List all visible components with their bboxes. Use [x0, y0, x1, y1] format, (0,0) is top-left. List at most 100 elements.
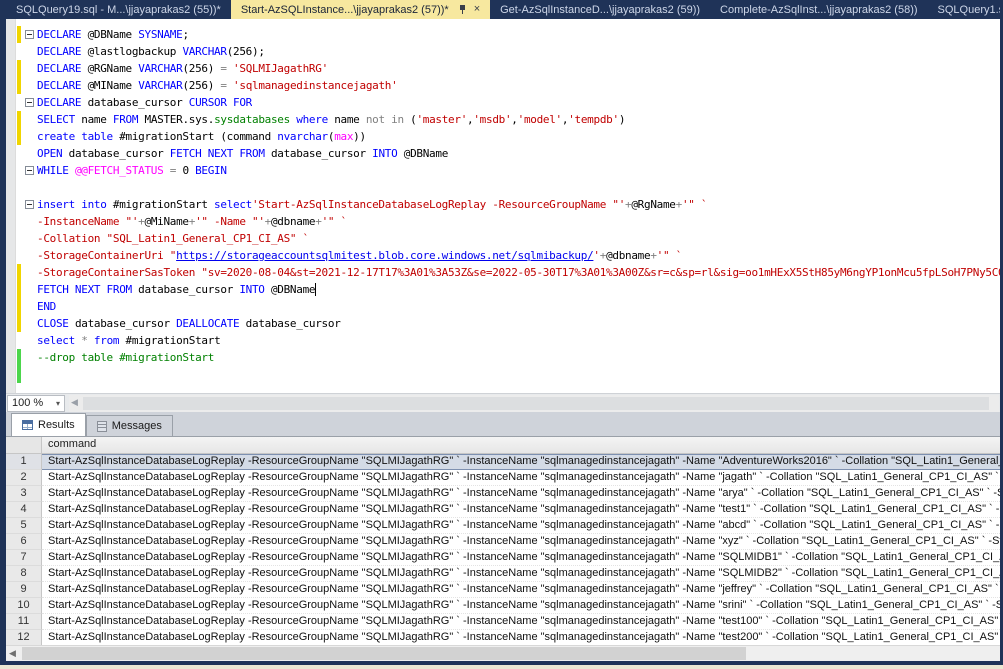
results-tab-label: Results [38, 419, 75, 431]
tab-label: SQLQuery19.sql - M...\jjayaprakas2 (55))… [16, 4, 221, 16]
code-lines: DECLARE @DBName SYSNAME;DECLARE @lastlog… [6, 26, 1000, 383]
row-number[interactable]: 11 [6, 614, 42, 630]
row-number[interactable]: 10 [6, 598, 42, 614]
code-line: DECLARE @RGName VARCHAR(256) = 'SQLMIJag… [6, 60, 1000, 77]
grid-header-row: command [6, 437, 1000, 454]
results-grid: command 1Start-AzSqlInstanceDatabaseLogR… [6, 436, 1000, 645]
command-cell[interactable]: Start-AzSqlInstanceDatabaseLogReplay -Re… [42, 582, 1000, 598]
results-grid-icon [22, 420, 33, 430]
code-line: --drop table #migrationStart [6, 349, 1000, 366]
code-line: DECLARE @DBName SYSNAME; [6, 26, 1000, 43]
code-line: OPEN database_cursor FETCH NEXT FROM dat… [6, 145, 1000, 162]
row-number[interactable]: 2 [6, 470, 42, 486]
table-row[interactable]: 6Start-AzSqlInstanceDatabaseLogReplay -R… [6, 534, 1000, 550]
code-line: -InstanceName "'+@MiName+'" -Name "'+@db… [6, 213, 1000, 230]
command-cell[interactable]: Start-AzSqlInstanceDatabaseLogReplay -Re… [42, 630, 1000, 645]
table-row[interactable]: 8Start-AzSqlInstanceDatabaseLogReplay -R… [6, 566, 1000, 582]
code-line: END [6, 298, 1000, 315]
grid-horizontal-scrollbar[interactable]: ◀ [6, 645, 1000, 661]
command-cell[interactable]: Start-AzSqlInstanceDatabaseLogReplay -Re… [42, 534, 1000, 550]
row-number[interactable]: 3 [6, 486, 42, 502]
column-header-command[interactable]: command [42, 437, 1000, 454]
command-cell[interactable]: Start-AzSqlInstanceDatabaseLogReplay -Re… [42, 566, 1000, 582]
document-tab[interactable]: Start-AzSQLInstance...\jjayaprakas2 (57)… [231, 0, 490, 19]
row-number[interactable]: 1 [6, 454, 42, 470]
document-tab[interactable]: Complete-AzSqlInst...\jjayaprakas2 (58)) [710, 0, 927, 19]
tab-label: Get-AzSqlInstanceD...\jjayaprakas2 (59)) [500, 4, 700, 16]
table-row[interactable]: 9Start-AzSqlInstanceDatabaseLogReplay -R… [6, 582, 1000, 598]
code-line: SELECT name FROM MASTER.sys.sysdatabases… [6, 111, 1000, 128]
code-line: insert into #migrationStart select'Start… [6, 196, 1000, 213]
scroll-left-icon[interactable]: ◀ [71, 397, 78, 408]
row-number[interactable]: 4 [6, 502, 42, 518]
command-cell[interactable]: Start-AzSqlInstanceDatabaseLogReplay -Re… [42, 614, 1000, 630]
tab-bar: SQLQuery19.sql - M...\jjayaprakas2 (55))… [6, 0, 1000, 19]
zoom-level: 100 % [12, 397, 43, 409]
command-cell[interactable]: Start-AzSqlInstanceDatabaseLogReplay -Re… [42, 518, 1000, 534]
command-cell[interactable]: Start-AzSqlInstanceDatabaseLogReplay -Re… [42, 598, 1000, 614]
zoom-select[interactable]: 100 % ▾ [7, 395, 65, 412]
code-editor[interactable]: DECLARE @DBName SYSNAME;DECLARE @lastlog… [6, 19, 1000, 393]
tab-label: Start-AzSQLInstance...\jjayaprakas2 (57)… [241, 4, 449, 16]
row-number[interactable]: 6 [6, 534, 42, 550]
text-caret [315, 283, 316, 296]
code-line: FETCH NEXT FROM database_cursor INTO @DB… [6, 281, 1000, 298]
scrollbar-thumb[interactable] [83, 397, 989, 410]
code-line: -StorageContainerSasToken "sv=2020-08-04… [6, 264, 1000, 281]
table-row[interactable]: 10Start-AzSqlInstanceDatabaseLogReplay -… [6, 598, 1000, 614]
code-line: -StorageContainerUri "https://storageacc… [6, 247, 1000, 264]
chevron-down-icon: ▾ [56, 399, 60, 408]
fold-toggle-icon[interactable] [25, 166, 34, 175]
code-line: DECLARE database_cursor CURSOR FOR [6, 94, 1000, 111]
code-line: -Collation "SQL_Latin1_General_CP1_CI_AS… [6, 230, 1000, 247]
tab-messages[interactable]: Messages [86, 415, 173, 436]
table-row[interactable]: 3Start-AzSqlInstanceDatabaseLogReplay -R… [6, 486, 1000, 502]
document-tab[interactable]: Get-AzSqlInstanceD...\jjayaprakas2 (59)) [490, 0, 710, 19]
results-pane-tabs: Results Messages [6, 412, 1000, 436]
command-cell[interactable]: Start-AzSqlInstanceDatabaseLogReplay -Re… [42, 470, 1000, 486]
messages-icon [97, 421, 107, 432]
document-tab[interactable]: SQLQuery1.sql - sql...e [928, 0, 1000, 19]
tab-results[interactable]: Results [11, 413, 86, 436]
fold-toggle-icon[interactable] [25, 30, 34, 39]
scrollbar-thumb[interactable] [22, 647, 746, 660]
table-row[interactable]: 7Start-AzSqlInstanceDatabaseLogReplay -R… [6, 550, 1000, 566]
code-line [6, 366, 1000, 383]
ssms-window: SQLQuery19.sql - M...\jjayaprakas2 (55))… [0, 0, 1003, 669]
table-row[interactable]: 5Start-AzSqlInstanceDatabaseLogReplay -R… [6, 518, 1000, 534]
command-cell[interactable]: Start-AzSqlInstanceDatabaseLogReplay -Re… [42, 502, 1000, 518]
editor-horizontal-scrollbar[interactable]: ◀ [69, 395, 999, 412]
table-row[interactable]: 4Start-AzSqlInstanceDatabaseLogReplay -R… [6, 502, 1000, 518]
editor-status-row: 100 % ▾ ◀ [6, 393, 1000, 412]
code-line: WHILE @@FETCH_STATUS = 0 BEGIN [6, 162, 1000, 179]
row-number[interactable]: 8 [6, 566, 42, 582]
tab-label: SQLQuery1.sql - sql...e [938, 4, 1000, 16]
code-line: create table #migrationStart (command nv… [6, 128, 1000, 145]
table-row[interactable]: 12Start-AzSqlInstanceDatabaseLogReplay -… [6, 630, 1000, 645]
code-line [6, 179, 1000, 196]
code-line: CLOSE database_cursor DEALLOCATE databas… [6, 315, 1000, 332]
fold-toggle-icon[interactable] [25, 200, 34, 209]
status-bar-edge [0, 665, 1003, 669]
select-all-corner[interactable] [6, 437, 42, 454]
grid-body: 1Start-AzSqlInstanceDatabaseLogReplay -R… [6, 454, 1000, 645]
scroll-left-icon[interactable]: ◀ [9, 648, 16, 659]
document-tab[interactable]: SQLQuery19.sql - M...\jjayaprakas2 (55))… [6, 0, 231, 19]
row-number[interactable]: 12 [6, 630, 42, 645]
code-line: DECLARE @lastlogbackup VARCHAR(256); [6, 43, 1000, 60]
code-line: select * from #migrationStart [6, 332, 1000, 349]
code-line: DECLARE @MIName VARCHAR(256) = 'sqlmanag… [6, 77, 1000, 94]
close-icon[interactable]: × [474, 4, 480, 15]
table-row[interactable]: 2Start-AzSqlInstanceDatabaseLogReplay -R… [6, 470, 1000, 486]
table-row[interactable]: 1Start-AzSqlInstanceDatabaseLogReplay -R… [6, 454, 1000, 470]
pin-icon[interactable] [458, 4, 467, 15]
table-row[interactable]: 11Start-AzSqlInstanceDatabaseLogReplay -… [6, 614, 1000, 630]
command-cell[interactable]: Start-AzSqlInstanceDatabaseLogReplay -Re… [42, 486, 1000, 502]
fold-toggle-icon[interactable] [25, 98, 34, 107]
command-cell[interactable]: Start-AzSqlInstanceDatabaseLogReplay -Re… [42, 550, 1000, 566]
messages-tab-label: Messages [112, 420, 162, 432]
row-number[interactable]: 5 [6, 518, 42, 534]
row-number[interactable]: 9 [6, 582, 42, 598]
row-number[interactable]: 7 [6, 550, 42, 566]
command-cell[interactable]: Start-AzSqlInstanceDatabaseLogReplay -Re… [42, 454, 1000, 470]
